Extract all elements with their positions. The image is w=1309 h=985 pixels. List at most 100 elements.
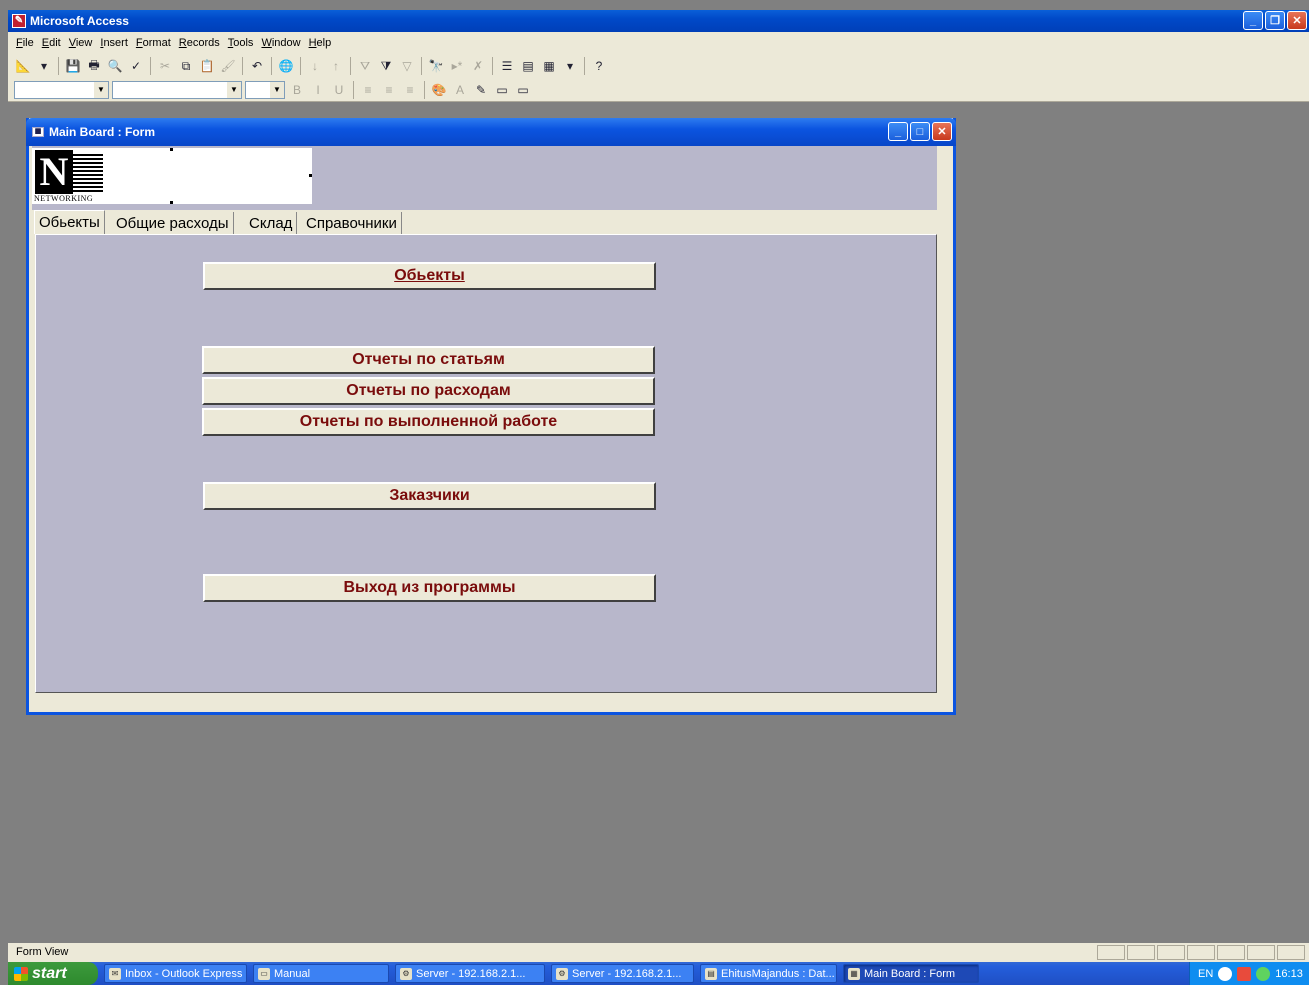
copy-icon[interactable]: ⧉ [177,57,195,75]
delete-record-icon[interactable]: ✗ [469,57,487,75]
chevron-down-icon[interactable]: ▾ [35,57,53,75]
sort-descending-icon[interactable]: ↑ [327,57,345,75]
exit-program-button[interactable]: Выход из программы [203,574,656,602]
align-center-icon[interactable]: ≡ [380,81,398,99]
logo-text: NETWORKING [34,194,94,203]
close-button[interactable]: ✕ [1287,11,1307,30]
cut-icon[interactable]: ✂ [156,57,174,75]
chevron-down-icon[interactable]: ▼ [227,81,241,98]
remote-desktop-icon: ⚙ [556,967,568,980]
task-label: Server - 192.168.2.1... [416,967,526,980]
new-object-icon[interactable]: ▦ [540,57,558,75]
logo-stripes [73,154,103,192]
toolbar-separator [424,80,425,99]
logo-letter: N [35,150,73,194]
task-label: Inbox - Outlook Express [125,967,243,980]
customers-button[interactable]: Заказчики [203,482,656,510]
align-right-icon[interactable]: ≡ [401,81,419,99]
language-indicator[interactable]: EN [1198,968,1213,980]
database-icon: ▤ [705,967,717,980]
font-color-icon[interactable]: A [451,81,469,99]
line-width-icon[interactable]: ▭ [493,81,511,99]
reports-by-work-done-button[interactable]: Отчеты по выполненной работе [202,408,655,436]
tray-arrow-icon[interactable] [1218,966,1233,981]
reports-by-expenses-button[interactable]: Отчеты по расходам [202,377,655,405]
filter-by-form-icon[interactable]: ⧩ [377,57,395,75]
fill-color-icon[interactable]: 🎨 [430,81,448,99]
hyperlink-icon[interactable]: 🌐 [277,57,295,75]
menu-records[interactable]: Records [175,37,224,49]
new-record-icon[interactable]: ▸* [448,57,466,75]
sort-ascending-icon[interactable]: ↓ [306,57,324,75]
special-effect-icon[interactable]: ▭ [514,81,532,99]
toolbar-separator [421,57,422,75]
form-title-bar: ▦ Main Board : Form _ □ ✕ [26,118,956,146]
tab-directories[interactable]: Справочники [302,212,402,234]
tab-strip: Обьекты Общие расходы Склад Справочники [32,210,937,234]
restore-button[interactable]: ❐ [1265,11,1285,30]
task-manual[interactable]: ▭ Manual [253,964,389,983]
view-icon[interactable]: 📐 [14,57,32,75]
resize-handle [170,148,173,151]
paste-icon[interactable]: 📋 [198,57,216,75]
form-header: N NETWORKING [32,146,937,212]
print-preview-icon[interactable]: 🔍 [106,57,124,75]
tab-general-expenses[interactable]: Общие расходы [112,212,234,234]
task-main-board-form[interactable]: ▦ Main Board : Form [843,964,979,983]
menu-help[interactable]: Help [305,37,336,49]
print-icon[interactable]: 🖶 [85,57,103,75]
minimize-button[interactable]: _ [1243,11,1263,30]
menu-edit[interactable]: Edit [38,37,65,49]
undo-icon[interactable]: ↶ [248,57,266,75]
font-size-combo[interactable]: ▼ [245,80,285,99]
tray-app-icon[interactable] [1237,966,1252,981]
form-minimize-button[interactable]: _ [888,122,908,141]
taskbar: start ✉ Inbox - Outlook Express ▭ Manual… [8,962,1309,985]
align-left-icon[interactable]: ≡ [359,81,377,99]
database-window-icon[interactable]: ▤ [519,57,537,75]
task-label: EhitusMajandus : Dat... [721,967,835,980]
italic-icon[interactable]: I [309,81,327,99]
status-panel [1097,945,1125,960]
task-outlook-express[interactable]: ✉ Inbox - Outlook Express [104,964,247,983]
app-title-bar: ✎ Microsoft Access _ ❐ ✕ [8,10,1309,32]
menu-window[interactable]: Window [257,37,304,49]
status-panel [1247,945,1275,960]
task-ehitusmajandus-database[interactable]: ▤ EhitusMajandus : Dat... [700,964,837,983]
apply-filter-icon[interactable]: ▽ [398,57,416,75]
tab-objects[interactable]: Обьекты [34,210,105,234]
line-color-icon[interactable]: ✎ [472,81,490,99]
format-painter-icon[interactable]: 🖌 [219,57,237,75]
filter-by-selection-icon[interactable]: ⛛ [356,57,374,75]
help-icon[interactable]: ? [590,57,608,75]
task-server-1[interactable]: ⚙ Server - 192.168.2.1... [395,964,545,983]
toolbar-separator [58,57,59,75]
tab-warehouse[interactable]: Склад [245,212,298,234]
chevron-down-icon[interactable]: ▼ [270,81,284,98]
tray-network-icon[interactable] [1256,966,1271,981]
form-close-button[interactable]: ✕ [932,122,952,141]
properties-icon[interactable]: ☰ [498,57,516,75]
start-button[interactable]: start [8,962,98,985]
object-combo[interactable]: ▼ [14,80,109,99]
spelling-icon[interactable]: ✓ [127,57,145,75]
task-label: Main Board : Form [864,967,956,980]
underline-icon[interactable]: U [330,81,348,99]
task-server-2[interactable]: ⚙ Server - 192.168.2.1... [551,964,694,983]
menu-format[interactable]: Format [132,37,175,49]
bold-icon[interactable]: B [288,81,306,99]
font-name-combo[interactable]: ▼ [112,80,242,99]
menu-insert[interactable]: Insert [96,37,132,49]
clock[interactable]: 16:13 [1275,968,1303,980]
menu-view[interactable]: View [65,37,97,49]
menu-bar: File Edit View Insert Format Records Too… [8,32,1309,54]
menu-tools[interactable]: Tools [224,37,258,49]
form-maximize-button[interactable]: □ [910,122,930,141]
find-icon[interactable]: 🔭 [427,57,445,75]
menu-file[interactable]: File [12,37,38,49]
reports-by-articles-button[interactable]: Отчеты по статьям [202,346,655,374]
chevron-down-icon[interactable]: ▾ [561,57,579,75]
chevron-down-icon[interactable]: ▼ [94,81,108,98]
save-icon[interactable]: 💾 [64,57,82,75]
objects-button[interactable]: Обьекты [203,262,656,290]
